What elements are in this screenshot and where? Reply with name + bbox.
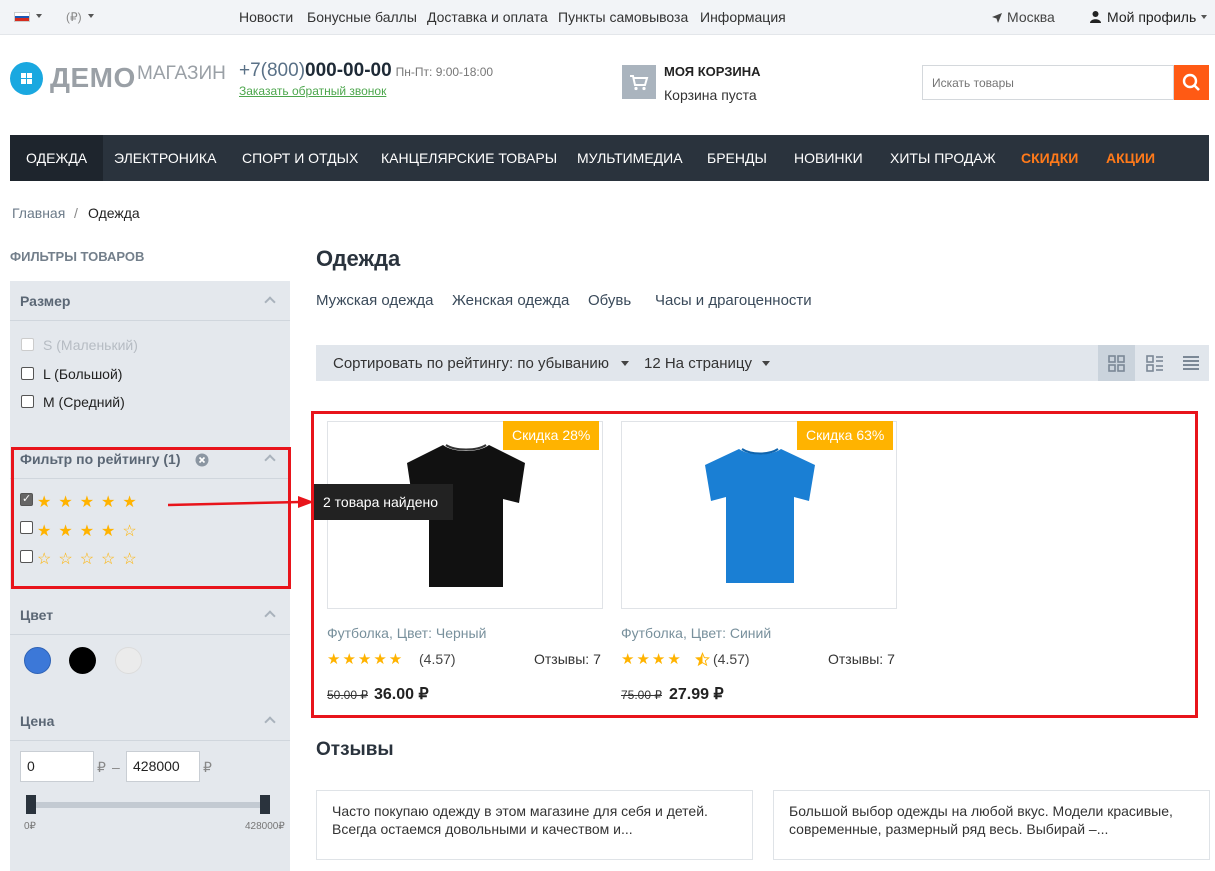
filter-size-title[interactable]: Размер	[20, 293, 70, 309]
review-text: Большой выбор одежды на любой вкус. Моде…	[789, 803, 1173, 837]
sort-dropdown[interactable]: Сортировать по рейтингу: по убыванию	[333, 355, 609, 372]
subcategory-watches[interactable]: Часы и драгоценности	[655, 292, 812, 309]
price-slider-min-handle[interactable]	[26, 795, 36, 814]
nav-item-discounts[interactable]: СКИДКИ	[1021, 135, 1078, 181]
nav-item-promos[interactable]: АКЦИИ	[1106, 135, 1155, 181]
nav-item-sport[interactable]: СПОРТ И ОТДЫХ	[242, 135, 358, 181]
size-option-m[interactable]: M (Средний)	[43, 394, 125, 410]
review-card[interactable]: Большой выбор одежды на любой вкус. Моде…	[773, 790, 1210, 860]
breadcrumb-home[interactable]: Главная	[12, 205, 65, 221]
results-count-tooltip: 2 товара найдено	[314, 484, 453, 520]
nav-item-multimedia[interactable]: МУЛЬТИМЕДИА	[577, 135, 683, 181]
divider	[10, 320, 290, 321]
top-link-pickup[interactable]: Пункты самовывоза	[558, 9, 688, 25]
callback-link[interactable]: Заказать обратный звонок	[239, 84, 386, 98]
phone-hours: Пн-Пт: 9:00-18:00	[395, 65, 494, 79]
language-chevron-icon[interactable]	[36, 14, 42, 18]
search-button[interactable]	[1174, 65, 1209, 100]
price-currency: ₽	[203, 759, 212, 775]
color-swatch-white[interactable]	[115, 647, 142, 674]
price-slider-track[interactable]	[26, 802, 270, 808]
city-selector[interactable]: Москва	[1007, 9, 1055, 25]
sort-chevron-icon[interactable]	[621, 361, 629, 366]
cart-status: Корзина пуста	[664, 87, 757, 103]
nav-item-electronics[interactable]: ЭЛЕКТРОНИКА	[114, 135, 216, 181]
cart-icon[interactable]	[622, 65, 656, 99]
rating-filter-highlight	[11, 447, 291, 589]
catalog-toolbar: Сортировать по рейтингу: по убыванию 12 …	[316, 345, 1209, 381]
size-checkbox-s[interactable]	[21, 338, 34, 351]
language-flag-icon[interactable]	[14, 12, 30, 22]
currency-selector[interactable]: (₽)	[66, 10, 82, 24]
per-page-chevron-icon[interactable]	[762, 361, 770, 366]
size-option-l[interactable]: L (Большой)	[43, 366, 122, 382]
list-view-button[interactable]	[1136, 345, 1173, 381]
subcategory-women[interactable]: Женская одежда	[452, 292, 569, 309]
breadcrumb-separator: /	[74, 205, 78, 221]
grid-view-icon	[1108, 355, 1125, 372]
price-dash: –	[112, 759, 120, 775]
table-view-button[interactable]	[1173, 345, 1210, 381]
nav-item-new[interactable]: НОВИНКИ	[794, 135, 863, 181]
search-icon	[1182, 73, 1200, 91]
filter-price-title[interactable]: Цена	[20, 713, 54, 729]
review-card[interactable]: Часто покупаю одежду в этом магазине для…	[316, 790, 753, 860]
top-link-delivery[interactable]: Доставка и оплата	[427, 9, 548, 25]
main-nav: ОДЕЖДА ЭЛЕКТРОНИКА СПОРТ И ОТДЫХ КАНЦЕЛЯ…	[10, 135, 1209, 181]
size-option-s[interactable]: S (Маленький)	[43, 337, 138, 353]
price-min-label: 0₽	[24, 821, 36, 832]
price-max-label: 428000₽	[245, 821, 285, 832]
price-slider-max-handle[interactable]	[260, 795, 270, 814]
filter-color-title[interactable]: Цвет	[20, 607, 53, 623]
profile-menu[interactable]: Мой профиль	[1107, 9, 1196, 25]
per-page-dropdown[interactable]: 12 На страницу	[644, 355, 752, 372]
color-swatch-blue[interactable]	[24, 647, 51, 674]
breadcrumb-current: Одежда	[88, 205, 140, 221]
price-min-input[interactable]: 0	[20, 751, 94, 782]
currency-chevron-icon[interactable]	[88, 14, 94, 18]
phone-number: +7(800)000-00-00 Пн-Пт: 9:00-18:00	[239, 60, 494, 81]
reviews-title: Отзывы	[316, 739, 394, 760]
top-link-bonus[interactable]: Бонусные баллы	[307, 9, 417, 25]
location-arrow-icon	[992, 13, 1002, 23]
profile-chevron-icon[interactable]	[1201, 15, 1207, 19]
size-checkbox-l[interactable]	[21, 367, 34, 380]
grid-view-button[interactable]	[1098, 345, 1135, 381]
table-view-icon	[1183, 356, 1199, 370]
divider	[10, 740, 290, 741]
nav-item-clothes[interactable]: ОДЕЖДА	[10, 135, 104, 181]
logo-text[interactable]: ДЕМО	[50, 62, 136, 94]
list-view-icon	[1146, 355, 1163, 372]
annotation-arrow	[168, 496, 314, 508]
logo-subtext[interactable]: МАГАЗИН	[137, 63, 226, 85]
size-checkbox-m[interactable]	[21, 395, 34, 408]
search-input[interactable]	[922, 65, 1174, 100]
nav-item-brands[interactable]: БРЕНДЫ	[707, 135, 767, 181]
divider	[10, 634, 290, 635]
subcategory-men[interactable]: Мужская одежда	[316, 292, 433, 309]
products-highlight	[311, 411, 1198, 718]
price-max-input[interactable]: 428000	[126, 751, 200, 782]
nav-item-stationery[interactable]: КАНЦЕЛЯРСКИЕ ТОВАРЫ	[381, 135, 557, 181]
user-icon	[1090, 11, 1101, 23]
top-link-info[interactable]: Информация	[700, 9, 786, 25]
logo-icon[interactable]	[10, 62, 43, 95]
color-swatch-black[interactable]	[69, 647, 96, 674]
cart-title[interactable]: МОЯ КОРЗИНА	[664, 64, 761, 79]
review-text: Часто покупаю одежду в этом магазине для…	[332, 803, 708, 837]
subcategory-shoes[interactable]: Обувь	[588, 292, 631, 309]
top-link-news[interactable]: Новости	[239, 9, 293, 25]
page-title: Одежда	[316, 246, 401, 271]
nav-item-hits[interactable]: ХИТЫ ПРОДАЖ	[890, 135, 996, 181]
filters-title: ФИЛЬТРЫ ТОВАРОВ	[10, 249, 145, 264]
price-currency: ₽	[97, 759, 106, 775]
